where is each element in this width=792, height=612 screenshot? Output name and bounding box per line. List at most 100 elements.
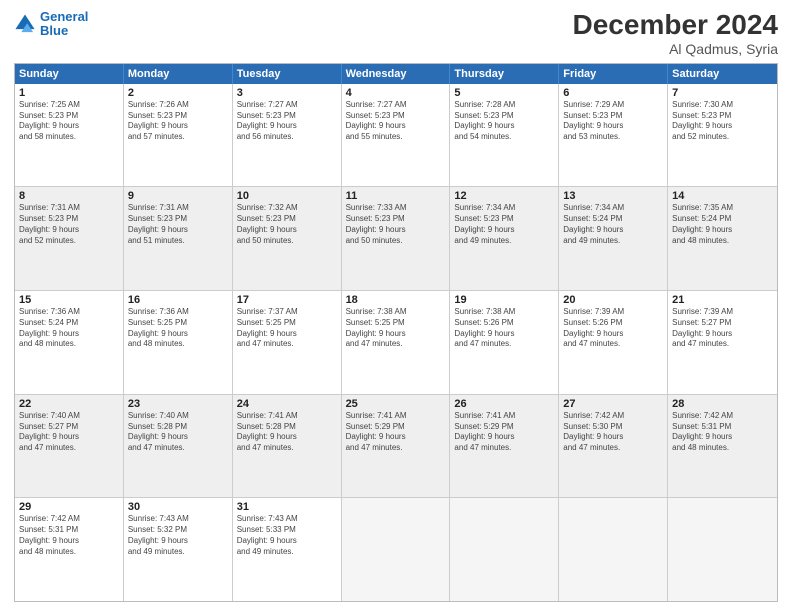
logo-general: General xyxy=(40,9,88,24)
cell-info: Sunrise: 7:40 AMSunset: 5:28 PMDaylight:… xyxy=(128,411,228,454)
cell-dec-13: 13 Sunrise: 7:34 AMSunset: 5:24 PMDaylig… xyxy=(559,187,668,290)
header: General Blue December 2024 Al Qadmus, Sy… xyxy=(14,10,778,57)
cell-info: Sunrise: 7:41 AMSunset: 5:28 PMDaylight:… xyxy=(237,411,337,454)
cell-info: Sunrise: 7:43 AMSunset: 5:32 PMDaylight:… xyxy=(128,514,228,557)
day-number: 18 xyxy=(346,294,446,306)
cell-dec-9: 9 Sunrise: 7:31 AMSunset: 5:23 PMDayligh… xyxy=(124,187,233,290)
day-number: 19 xyxy=(454,294,554,306)
cell-dec-20: 20 Sunrise: 7:39 AMSunset: 5:26 PMDaylig… xyxy=(559,291,668,394)
cell-dec-16: 16 Sunrise: 7:36 AMSunset: 5:25 PMDaylig… xyxy=(124,291,233,394)
cell-dec-3: 3 Sunrise: 7:27 AMSunset: 5:23 PMDayligh… xyxy=(233,84,342,187)
day-number: 22 xyxy=(19,398,119,410)
day-number: 26 xyxy=(454,398,554,410)
cell-dec-25: 25 Sunrise: 7:41 AMSunset: 5:29 PMDaylig… xyxy=(342,395,451,498)
header-monday: Monday xyxy=(124,64,233,84)
cell-empty-1 xyxy=(342,498,451,601)
day-number: 21 xyxy=(672,294,773,306)
cell-empty-2 xyxy=(450,498,559,601)
cell-info: Sunrise: 7:38 AMSunset: 5:26 PMDaylight:… xyxy=(454,307,554,350)
cell-dec-23: 23 Sunrise: 7:40 AMSunset: 5:28 PMDaylig… xyxy=(124,395,233,498)
day-number: 20 xyxy=(563,294,663,306)
day-number: 27 xyxy=(563,398,663,410)
day-number: 8 xyxy=(19,190,119,202)
cell-info: Sunrise: 7:41 AMSunset: 5:29 PMDaylight:… xyxy=(454,411,554,454)
cell-dec-5: 5 Sunrise: 7:28 AMSunset: 5:23 PMDayligh… xyxy=(450,84,559,187)
cell-dec-1: 1 Sunrise: 7:25 AMSunset: 5:23 PMDayligh… xyxy=(15,84,124,187)
cell-dec-15: 15 Sunrise: 7:36 AMSunset: 5:24 PMDaylig… xyxy=(15,291,124,394)
day-number: 3 xyxy=(237,87,337,99)
cell-info: Sunrise: 7:30 AMSunset: 5:23 PMDaylight:… xyxy=(672,100,773,143)
logo-text: General Blue xyxy=(40,10,88,39)
cell-info: Sunrise: 7:29 AMSunset: 5:23 PMDaylight:… xyxy=(563,100,663,143)
cell-info: Sunrise: 7:28 AMSunset: 5:23 PMDaylight:… xyxy=(454,100,554,143)
cell-info: Sunrise: 7:43 AMSunset: 5:33 PMDaylight:… xyxy=(237,514,337,557)
calendar-body: 1 Sunrise: 7:25 AMSunset: 5:23 PMDayligh… xyxy=(15,84,777,601)
header-friday: Friday xyxy=(559,64,668,84)
cell-empty-3 xyxy=(559,498,668,601)
cell-info: Sunrise: 7:36 AMSunset: 5:24 PMDaylight:… xyxy=(19,307,119,350)
header-wednesday: Wednesday xyxy=(342,64,451,84)
day-number: 7 xyxy=(672,87,773,99)
day-number: 30 xyxy=(128,501,228,513)
cell-info: Sunrise: 7:27 AMSunset: 5:23 PMDaylight:… xyxy=(237,100,337,143)
day-number: 6 xyxy=(563,87,663,99)
header-thursday: Thursday xyxy=(450,64,559,84)
cell-dec-30: 30 Sunrise: 7:43 AMSunset: 5:32 PMDaylig… xyxy=(124,498,233,601)
day-number: 9 xyxy=(128,190,228,202)
cell-dec-17: 17 Sunrise: 7:37 AMSunset: 5:25 PMDaylig… xyxy=(233,291,342,394)
week-row-5: 29 Sunrise: 7:42 AMSunset: 5:31 PMDaylig… xyxy=(15,498,777,601)
day-number: 12 xyxy=(454,190,554,202)
cell-info: Sunrise: 7:25 AMSunset: 5:23 PMDaylight:… xyxy=(19,100,119,143)
cell-dec-19: 19 Sunrise: 7:38 AMSunset: 5:26 PMDaylig… xyxy=(450,291,559,394)
cell-info: Sunrise: 7:37 AMSunset: 5:25 PMDaylight:… xyxy=(237,307,337,350)
cell-info: Sunrise: 7:42 AMSunset: 5:31 PMDaylight:… xyxy=(19,514,119,557)
cell-dec-18: 18 Sunrise: 7:38 AMSunset: 5:25 PMDaylig… xyxy=(342,291,451,394)
logo-blue: Blue xyxy=(40,23,68,38)
cell-info: Sunrise: 7:35 AMSunset: 5:24 PMDaylight:… xyxy=(672,203,773,246)
cell-dec-6: 6 Sunrise: 7:29 AMSunset: 5:23 PMDayligh… xyxy=(559,84,668,187)
day-number: 25 xyxy=(346,398,446,410)
cell-dec-2: 2 Sunrise: 7:26 AMSunset: 5:23 PMDayligh… xyxy=(124,84,233,187)
cell-dec-11: 11 Sunrise: 7:33 AMSunset: 5:23 PMDaylig… xyxy=(342,187,451,290)
day-number: 15 xyxy=(19,294,119,306)
cell-dec-27: 27 Sunrise: 7:42 AMSunset: 5:30 PMDaylig… xyxy=(559,395,668,498)
cell-dec-7: 7 Sunrise: 7:30 AMSunset: 5:23 PMDayligh… xyxy=(668,84,777,187)
cell-info: Sunrise: 7:36 AMSunset: 5:25 PMDaylight:… xyxy=(128,307,228,350)
cell-dec-24: 24 Sunrise: 7:41 AMSunset: 5:28 PMDaylig… xyxy=(233,395,342,498)
cell-dec-21: 21 Sunrise: 7:39 AMSunset: 5:27 PMDaylig… xyxy=(668,291,777,394)
cell-dec-8: 8 Sunrise: 7:31 AMSunset: 5:23 PMDayligh… xyxy=(15,187,124,290)
cell-dec-12: 12 Sunrise: 7:34 AMSunset: 5:23 PMDaylig… xyxy=(450,187,559,290)
day-number: 28 xyxy=(672,398,773,410)
cell-info: Sunrise: 7:26 AMSunset: 5:23 PMDaylight:… xyxy=(128,100,228,143)
header-sunday: Sunday xyxy=(15,64,124,84)
cell-dec-31: 31 Sunrise: 7:43 AMSunset: 5:33 PMDaylig… xyxy=(233,498,342,601)
cell-dec-22: 22 Sunrise: 7:40 AMSunset: 5:27 PMDaylig… xyxy=(15,395,124,498)
calendar-header: Sunday Monday Tuesday Wednesday Thursday… xyxy=(15,64,777,84)
cell-info: Sunrise: 7:41 AMSunset: 5:29 PMDaylight:… xyxy=(346,411,446,454)
logo: General Blue xyxy=(14,10,88,39)
cell-info: Sunrise: 7:40 AMSunset: 5:27 PMDaylight:… xyxy=(19,411,119,454)
day-number: 11 xyxy=(346,190,446,202)
title-block: December 2024 Al Qadmus, Syria xyxy=(573,10,778,57)
day-number: 4 xyxy=(346,87,446,99)
cell-empty-4 xyxy=(668,498,777,601)
day-number: 5 xyxy=(454,87,554,99)
cell-info: Sunrise: 7:42 AMSunset: 5:31 PMDaylight:… xyxy=(672,411,773,454)
calendar: Sunday Monday Tuesday Wednesday Thursday… xyxy=(14,63,778,602)
month-title: December 2024 xyxy=(573,10,778,41)
day-number: 24 xyxy=(237,398,337,410)
logo-icon xyxy=(14,13,36,35)
day-number: 29 xyxy=(19,501,119,513)
day-number: 14 xyxy=(672,190,773,202)
day-number: 13 xyxy=(563,190,663,202)
page: General Blue December 2024 Al Qadmus, Sy… xyxy=(0,0,792,612)
day-number: 10 xyxy=(237,190,337,202)
cell-dec-29: 29 Sunrise: 7:42 AMSunset: 5:31 PMDaylig… xyxy=(15,498,124,601)
cell-info: Sunrise: 7:42 AMSunset: 5:30 PMDaylight:… xyxy=(563,411,663,454)
cell-dec-14: 14 Sunrise: 7:35 AMSunset: 5:24 PMDaylig… xyxy=(668,187,777,290)
location: Al Qadmus, Syria xyxy=(573,41,778,57)
cell-info: Sunrise: 7:39 AMSunset: 5:26 PMDaylight:… xyxy=(563,307,663,350)
week-row-1: 1 Sunrise: 7:25 AMSunset: 5:23 PMDayligh… xyxy=(15,84,777,188)
cell-info: Sunrise: 7:38 AMSunset: 5:25 PMDaylight:… xyxy=(346,307,446,350)
cell-info: Sunrise: 7:32 AMSunset: 5:23 PMDaylight:… xyxy=(237,203,337,246)
